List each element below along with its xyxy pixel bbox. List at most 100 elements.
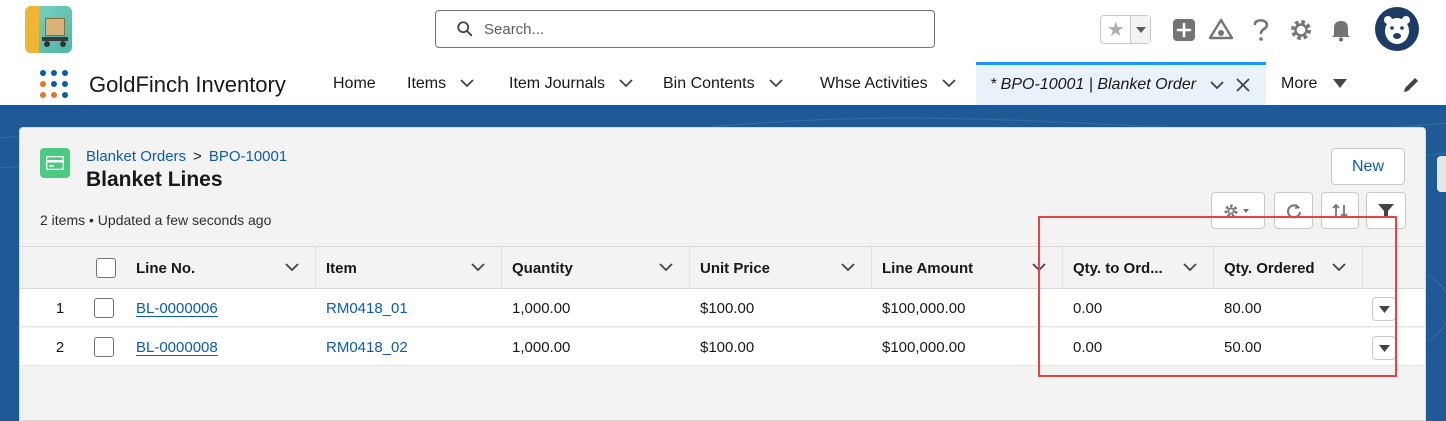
breadcrumb-separator: > — [193, 148, 202, 165]
breadcrumb-record-link[interactable]: BPO-10001 — [209, 148, 287, 165]
help-icon[interactable] — [1248, 17, 1274, 43]
page-title: Blanket Lines — [86, 168, 223, 191]
row-number-header — [20, 247, 84, 289]
line-no-link[interactable]: BL-0000008 — [126, 328, 218, 366]
quantity-cell: 1,000.00 — [512, 299, 571, 317]
chevron-down-icon[interactable] — [1332, 263, 1346, 272]
related-list-card: Blanket Orders > BPO-10001 Blanket Lines… — [19, 127, 1426, 421]
qty-ordered-cell: 50.00 — [1224, 338, 1262, 356]
sort-icon — [1332, 203, 1348, 218]
column-header-unit-price[interactable]: Unit Price — [690, 247, 872, 289]
chevron-down-icon[interactable] — [841, 263, 855, 272]
column-header-qty-to-order[interactable]: Qty. to Ord... — [1063, 247, 1214, 289]
column-header-qty-ordered[interactable]: Qty. Ordered — [1214, 247, 1363, 289]
caret-down-icon — [1378, 344, 1390, 352]
search-input[interactable] — [484, 20, 904, 38]
column-header-line-no[interactable]: Line No. — [126, 247, 316, 289]
nav-item-label: Items — [407, 74, 447, 92]
tab-blanket-order[interactable]: * BPO-10001 | Blanket Order — [976, 62, 1266, 105]
global-search[interactable] — [435, 10, 935, 48]
caret-down-icon — [1135, 26, 1146, 33]
item-link[interactable]: RM0418_01 — [316, 289, 408, 327]
favorites-dropdown-button[interactable] — [1130, 16, 1150, 43]
quantity-cell: 1,000.00 — [512, 338, 571, 356]
trailhead-icon[interactable] — [1208, 17, 1234, 43]
settings-icon[interactable] — [1288, 17, 1314, 43]
nav-item-bin-contents[interactable]: Bin Contents — [663, 62, 783, 105]
column-header-label: Unit Price — [700, 259, 771, 277]
sort-button[interactable] — [1321, 192, 1359, 229]
column-header-quantity[interactable]: Quantity — [502, 247, 690, 289]
filter-button[interactable] — [1366, 192, 1406, 229]
column-header-label: Qty. to Ord... — [1073, 259, 1163, 277]
column-header-line-amount[interactable]: Line Amount — [872, 247, 1063, 289]
row-number: 1 — [55, 299, 65, 317]
column-header-item[interactable]: Item — [316, 247, 502, 289]
column-header-label: Item — [326, 259, 357, 277]
navigation-bar: GoldFinch Inventory Home Items Item Jour… — [0, 62, 1446, 108]
search-icon — [457, 21, 473, 37]
row-checkbox[interactable] — [94, 337, 114, 357]
table-row: 2 BL-0000008 RM0418_02 1,000.00 $100.00 … — [20, 328, 1425, 366]
edit-pencil-icon[interactable] — [1401, 75, 1421, 95]
gear-dropdown-icon — [1224, 204, 1249, 217]
item-link[interactable]: RM0418_02 — [316, 328, 408, 366]
qty-ordered-cell: 80.00 — [1224, 299, 1262, 317]
chevron-down-icon[interactable] — [285, 263, 299, 272]
table-header-row: Line No. Item Quantity Unit Price Line A… — [20, 246, 1425, 289]
nav-item-label: More — [1281, 74, 1318, 92]
refresh-icon — [1286, 203, 1301, 218]
row-action-menu-button[interactable] — [1372, 297, 1396, 321]
nav-item-items[interactable]: Items — [407, 62, 474, 105]
close-icon[interactable] — [1236, 78, 1250, 92]
breadcrumb: Blanket Orders > BPO-10001 — [86, 148, 287, 165]
chevron-down-icon[interactable] — [460, 79, 474, 88]
nav-item-more[interactable]: More — [1281, 62, 1348, 105]
nav-item-label: Home — [333, 74, 376, 92]
nav-item-whse-activities[interactable]: Whse Activities — [820, 62, 956, 105]
new-button[interactable]: New — [1331, 148, 1405, 185]
breadcrumb-parent-link[interactable]: Blanket Orders — [86, 148, 186, 165]
row-action-menu-button[interactable] — [1372, 336, 1396, 360]
global-header: ★ — [0, 0, 1446, 62]
chevron-down-icon[interactable] — [768, 79, 783, 88]
star-icon[interactable]: ★ — [1101, 16, 1130, 43]
app-launcher-icon[interactable] — [40, 70, 68, 98]
nav-item-item-journals[interactable]: Item Journals — [509, 62, 633, 105]
chevron-down-icon[interactable] — [1032, 263, 1046, 272]
nav-item-label: Whse Activities — [820, 74, 928, 92]
app-name: GoldFinch Inventory — [89, 72, 286, 97]
qty-to-order-cell: 0.00 — [1073, 299, 1103, 317]
caret-down-icon — [1333, 79, 1348, 88]
tab-label: * BPO-10001 | Blanket Order — [990, 76, 1197, 93]
chevron-down-icon[interactable] — [1183, 263, 1197, 272]
line-no-link[interactable]: BL-0000006 — [126, 289, 218, 327]
unit-price-cell: $100.00 — [700, 338, 755, 356]
notifications-icon[interactable] — [1328, 17, 1354, 43]
nav-item-label: Bin Contents — [663, 74, 755, 92]
list-status-text: 2 items • Updated a few seconds ago — [40, 212, 272, 228]
caret-down-icon — [1378, 305, 1390, 313]
goldfinch-app-logo[interactable] — [25, 6, 72, 53]
avatar-icon[interactable] — [1375, 7, 1419, 51]
select-all-checkbox[interactable] — [96, 258, 116, 278]
chevron-down-icon[interactable] — [659, 263, 673, 272]
chevron-down-icon[interactable] — [1210, 80, 1224, 90]
chevron-down-icon[interactable] — [941, 79, 956, 88]
list-settings-button[interactable] — [1211, 192, 1265, 229]
filter-icon — [1378, 203, 1394, 218]
blanket-lines-icon — [40, 148, 70, 178]
add-icon[interactable] — [1171, 17, 1197, 43]
line-amount-cell: $100,000.00 — [882, 338, 966, 356]
refresh-button[interactable] — [1274, 192, 1313, 229]
chevron-down-icon[interactable] — [471, 263, 485, 272]
favorites-group: ★ — [1100, 15, 1151, 44]
line-amount-cell: $100,000.00 — [882, 299, 966, 317]
qty-to-order-cell: 0.00 — [1073, 338, 1103, 356]
row-checkbox[interactable] — [94, 298, 114, 318]
chevron-down-icon[interactable] — [619, 79, 633, 88]
utility-panel-handle[interactable] — [1437, 156, 1446, 192]
nav-item-home[interactable]: Home — [333, 62, 376, 105]
row-number: 2 — [55, 338, 65, 356]
column-header-label: Quantity — [512, 259, 573, 277]
